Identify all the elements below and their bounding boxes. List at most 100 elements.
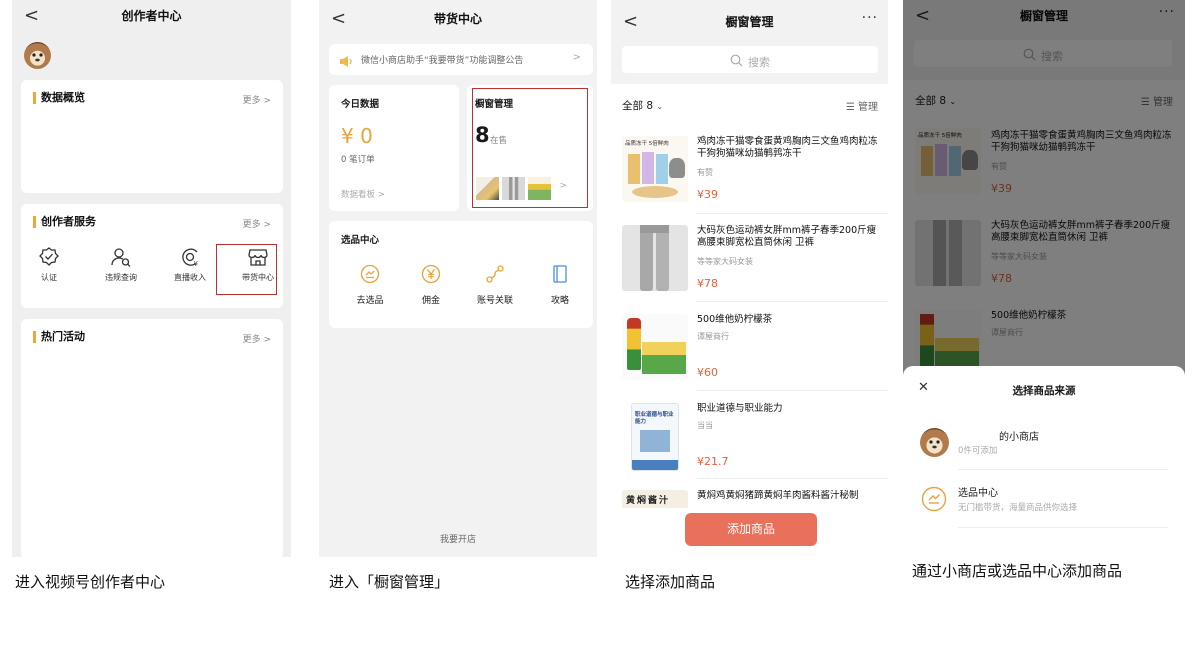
selection-item-label: 攻略	[550, 296, 569, 306]
selection-title: 选品中心	[341, 235, 380, 246]
selection-item-link-account[interactable]: 账号关联	[472, 264, 518, 306]
sheet-title: 选择商品来源	[1012, 385, 1076, 397]
list-item[interactable]: 500维他奶柠檬茶 谭屋商行 ¥60	[611, 308, 888, 393]
today-amount: ¥ 0	[341, 124, 373, 148]
option-title: 的小商店	[999, 432, 1039, 443]
notice-bar[interactable]: 微信小商店助手“我要带货”功能调整公告 >	[329, 44, 593, 75]
notice-text: 微信小商店助手“我要带货”功能调整公告	[361, 56, 524, 66]
source-option-shop[interactable]: 的小商店 0件可添加	[903, 416, 1185, 468]
showcase-management-screen: < 橱窗管理 ··· 搜索 全部 8 ⌄ ☰ 管理 品质冻干 5倍鲜肉 鸡肉冻干…	[611, 0, 888, 557]
selection-item-label: 账号关联	[476, 296, 513, 306]
selection-item-commission[interactable]: 佣金	[411, 264, 451, 306]
today-orders: 0 笔订单	[341, 155, 375, 165]
highlight-box	[216, 244, 277, 295]
option-title: 选品中心	[958, 488, 998, 499]
page-title: 橱窗管理	[725, 15, 774, 29]
live-income-icon: ¥	[179, 246, 201, 268]
divider	[697, 213, 888, 214]
more-link[interactable]: 更多 >	[243, 93, 271, 106]
open-shop-link[interactable]: 我要开店	[319, 532, 597, 545]
product-title: 500维他奶柠檬茶	[697, 314, 773, 325]
filter-dropdown[interactable]: 全部 8 ⌄	[622, 98, 663, 113]
divider	[958, 469, 1168, 470]
page-title: 带货中心	[433, 12, 482, 26]
service-verify[interactable]: 认证	[19, 246, 79, 283]
nav-bar: < 创作者中心	[12, 0, 291, 30]
user-search-icon	[110, 246, 132, 268]
section-title: 热门活动	[33, 331, 85, 343]
section-title: 创作者服务	[33, 216, 96, 228]
list-item[interactable]: 黄焖酱汁 黄焖鸡黄焖猪蹄黄焖羊肉酱料酱汁秘制	[611, 486, 888, 508]
selection-item-go-select[interactable]: 去选品	[350, 264, 390, 306]
service-label: 违规查询	[105, 273, 137, 282]
search-input[interactable]: 搜索	[622, 46, 878, 73]
step-caption: 进入「橱窗管理」	[329, 573, 450, 591]
more-menu-icon[interactable]: ···	[862, 10, 878, 26]
more-link[interactable]: 更多 >	[243, 332, 271, 345]
product-thumb: 黄焖酱汁	[622, 490, 688, 508]
service-label: 直播收入	[174, 273, 206, 282]
list-item[interactable]: 职业道德与职业能力 职业道德与职业能力 当当 ¥21.7	[611, 397, 888, 482]
manage-button[interactable]: ☰ 管理	[846, 98, 878, 113]
verify-icon	[38, 246, 60, 268]
selection-center-card: 选品中心 去选品 佣金 账号关联 攻略	[329, 221, 593, 328]
product-shop: 谭屋商行	[697, 332, 729, 341]
search-icon	[730, 52, 743, 71]
option-subtitle: 无门槛带货，海量商品供你选择	[958, 503, 1078, 513]
highlight-box	[472, 88, 588, 208]
nav-bar: < 带货中心	[319, 3, 597, 33]
data-board-link[interactable]: 数据看板 >	[341, 188, 385, 200]
service-live-income[interactable]: ¥ 直播收入	[160, 246, 220, 283]
data-overview-card: 数据概览 更多 >	[21, 80, 283, 193]
service-violation-query[interactable]: 违规查询	[91, 246, 151, 283]
selection-item-label: 去选品	[356, 296, 384, 306]
product-price: ¥21.7	[697, 455, 729, 468]
speaker-icon	[339, 53, 355, 72]
today-data-card[interactable]: 今日数据 ¥ 0 0 笔订单 数据看板 >	[329, 85, 459, 211]
select-source-screen: < 橱窗管理 ··· 搜索 全部 8 ⌄ ☰ 管理 品质冻干 5倍鲜肉 鸡肉冻干…	[903, 0, 1185, 557]
product-title: 鸡肉冻干猫零食蛋黄鸡胸肉三文鱼鸡肉粒冻干狗狗猫咪幼猫鹌鹑冻干	[697, 136, 878, 159]
divider	[697, 478, 888, 479]
today-data-title: 今日数据	[341, 99, 380, 110]
thumb-label: 品质冻干 5倍鲜肉	[625, 141, 669, 147]
divider	[958, 527, 1168, 528]
list-icon: ☰	[845, 102, 855, 113]
svg-text:¥: ¥	[194, 260, 199, 268]
product-price: ¥39	[697, 188, 718, 201]
commerce-center-screen: < 带货中心 微信小商店助手“我要带货”功能调整公告 > 今日数据 ¥ 0 0 …	[319, 0, 597, 557]
section-title: 数据概览	[33, 92, 85, 104]
nav-bar: < 橱窗管理 ···	[611, 6, 888, 36]
product-title: 黄焖鸡黄焖猪蹄黄焖羊肉酱料酱汁秘制	[697, 490, 859, 501]
product-title: 职业道德与职业能力	[697, 403, 783, 414]
thumb-label: 黄焖酱汁	[626, 496, 671, 506]
product-thumb	[622, 314, 688, 380]
page-title: 创作者中心	[121, 9, 182, 23]
search-placeholder: 搜索	[748, 55, 771, 69]
product-shop: 当当	[697, 421, 713, 430]
more-link[interactable]: 更多 >	[243, 217, 271, 230]
step-caption: 选择添加商品	[625, 573, 716, 591]
avatar[interactable]	[24, 42, 51, 69]
product-shop: 有赞	[697, 168, 713, 177]
manage-label: 管理	[858, 102, 878, 113]
product-shop: 等等家大码女装	[697, 257, 753, 266]
source-option-selection-center[interactable]: 选品中心 无门槛带货，海量商品供你选择	[903, 474, 1185, 526]
creator-center-screen: < 创作者中心 数据概览 更多 > 创作者服务 更多 > 认证 违规查询 ¥ 直	[12, 0, 291, 557]
divider	[697, 390, 888, 391]
list-item[interactable]: 大码灰色运动裤女胖mm裤子春季200斤瘦高腰束脚宽松直筒休闲 卫裤 等等家大码女…	[611, 219, 888, 304]
link-account-icon	[486, 265, 504, 283]
list-item[interactable]: 品质冻干 5倍鲜肉 鸡肉冻干猫零食蛋黄鸡胸肉三文鱼鸡肉粒冻干狗狗猫咪幼猫鹌鹑冻干…	[611, 130, 888, 215]
chevron-right-icon: >	[572, 52, 581, 63]
product-thumb	[622, 225, 688, 291]
chevron-down-icon: ⌄	[656, 102, 664, 111]
product-thumb: 职业道德与职业能力	[631, 403, 679, 471]
add-product-button[interactable]: 添加商品	[685, 513, 817, 546]
filter-label: 全部 8	[622, 100, 654, 112]
hot-activities-card: 热门活动 更多 >	[21, 319, 283, 557]
divider	[697, 301, 888, 302]
selection-item-guide[interactable]: 攻略	[540, 264, 580, 306]
step-caption: 进入视频号创作者中心	[15, 573, 166, 591]
product-thumb: 品质冻干 5倍鲜肉	[622, 136, 688, 202]
option-subtitle: 0件可添加	[958, 446, 998, 456]
guide-book-icon	[553, 265, 567, 283]
